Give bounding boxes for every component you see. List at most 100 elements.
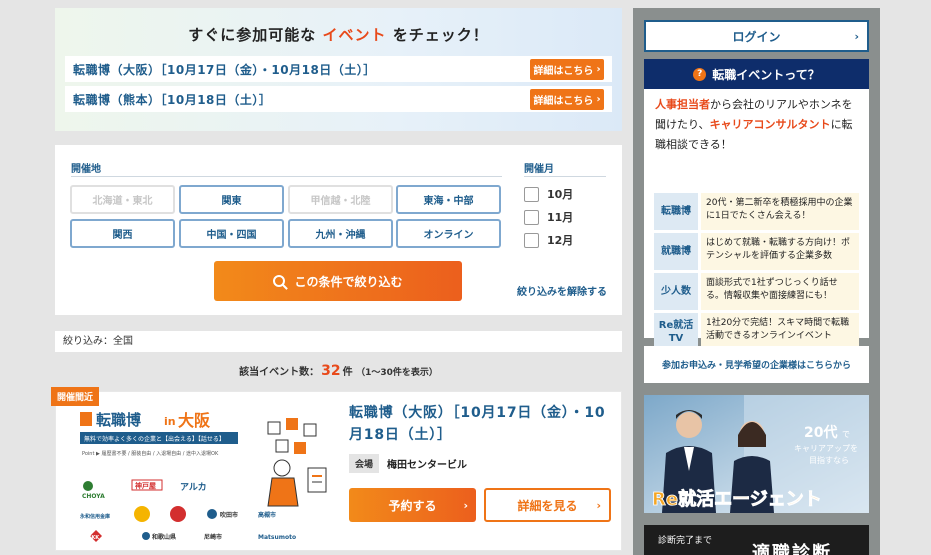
event-venue: 会場 梅田センタービル [349,454,467,473]
checkbox[interactable] [524,232,539,248]
thumb-logo-eiwa: 永和信用金庫 [79,513,110,520]
event-type-name: 少人数 [654,273,698,310]
current-filter-text: 絞り込み：全国 [55,331,622,352]
event-type-desc: 面談形式で1社ずつじっくり話せる。情報収集や面接練習にも！ [701,273,859,310]
reset-filter-link[interactable]: 絞り込みを解除する [517,283,607,298]
area-button-kansai[interactable]: 関西 [70,219,175,248]
event-title-link[interactable]: 転職博（大阪）［10月17日（金）・10月18日（土）］ [349,402,614,446]
month-checkbox-dec[interactable]: 12月 [524,232,573,248]
aptitude-diagnosis-banner[interactable]: 診断完了まで 適職診断 [644,525,869,555]
upcoming-row-kumamoto[interactable]: 転職博（熊本）［10月18日（土）］ 詳細はこちら › [65,86,612,112]
thumb-logo-fkk: FKK [88,535,100,541]
thumb-logo: 転職博 [96,411,141,429]
banner-career: キャリアアップを [794,444,858,453]
event-thumbnail[interactable]: 転職博 in 大阪 無料で効率よく多くの企業と【出会える】【話せる】 Point… [72,406,336,546]
checkbox[interactable] [524,186,539,202]
view-detail-button[interactable]: 詳細を見る › [484,488,611,522]
agent-banner[interactable]: 20代 で キャリアアップを 目指すなら Re就活エージェント [644,395,869,513]
thumb-logo-choya: CHOYA [82,493,105,500]
area-button-online[interactable]: オンライン [396,219,501,248]
area-button-kanto[interactable]: 関東 [179,185,284,214]
detail-link-label: 詳細はこちら [533,95,594,107]
filter-panel: 開催地 開催月 北海道・東北 関東 甲信越・北陸 東海・中部 関西 中国・四国 … [55,145,622,315]
event-type-item: 少人数 面談形式で1社ずつじっくり話せる。情報収集や面接練習にも！ [654,273,859,310]
event-type-desc: 1社20分で完結！スキマ時間で転職活動できるオンラインイベント [701,313,859,350]
sidebar: ログイン › ? 転職イベントって？ 人事担当者から会社のリアルやホンネを聞けたり、… [633,8,880,555]
upcoming-row-label[interactable]: 転職博（大阪）［10月17日（金）・10月18日（土）］ [73,61,376,78]
upcoming-title: すぐに参加可能な イベント をチェック！ [65,24,612,52]
month-label: 12月 [547,234,574,247]
event-info-description: 人事担当者から会社のリアルやホンネを聞けたり、キャリアコンサルタントに転職相談で… [644,89,869,193]
login-button[interactable]: ログイン › [644,20,869,52]
search-icon [273,275,286,287]
thumb-in: in [164,415,176,428]
filter-search-button[interactable]: この条件で絞り込む [214,261,462,301]
area-heading: 開催地 [71,164,101,175]
month-label: 10月 [547,188,574,201]
upcoming-row-osaka[interactable]: 転職博（大阪）［10月17日（金）・10月18日（土）］ 詳細はこちら › [65,56,612,82]
company-apply-link[interactable]: 参加お申込み・見学希望の企業様はこちらから [644,346,869,383]
area-button-kyushu-okinawa[interactable]: 九州・沖縄 [288,219,393,248]
thumb-logo-matsumoto: Matsumoto [258,534,296,541]
area-button-koshinetsu-hokuriku: 甲信越・北陸 [288,185,393,214]
count-unit: 件 [342,367,353,378]
event-type-name: 転職博 [654,193,698,230]
detail-link-label: 詳細はこちら [533,65,594,77]
upcoming-title-post: をチェック！ [392,26,489,44]
thumb-logo-wakayama: 和歌山県 [151,533,176,541]
count-range: （1〜30件を表示） [356,368,438,378]
event-thumbnail-image: 転職博 in 大阪 無料で効率よく多くの企業と【出会える】【話せる】 Point… [72,406,336,546]
event-type-item: 就職博 はじめて就職・転職する方向け！ポテンシャルを評価する企業多数 [654,233,859,270]
chevron-right-icon: › [596,498,601,512]
event-type-name: 就職博 [654,233,698,270]
area-button-chugoku-shikoku[interactable]: 中国・四国 [179,219,284,248]
thumb-logo-amagasaki: 尼崎市 [204,533,222,541]
month-label: 11月 [547,211,574,224]
thumb-logo-kobeya: 神戸屋 [135,481,156,490]
chevron-right-icon: › [596,93,601,105]
status-badge: 開催間近 [51,387,100,406]
venue-tag: 会場 [349,454,380,473]
month-heading: 開催月 [524,164,554,175]
event-info-heading: ? 転職イベントって？ [644,59,869,89]
thumb-points: Point ▶ 履歴書不要 / 服装自由 / 入退場自由 / 途中入退場OK [82,450,219,457]
venue-name: 梅田センタービル [387,460,468,471]
banner2-small-text: 診断完了まで [658,536,713,546]
upcoming-events-box: すぐに参加可能な イベント をチェック！ 転職博（大阪）［10月17日（金）・1… [55,8,622,131]
banner2-big-text: 適職診断 [752,543,832,555]
upcoming-title-accent: イベント [322,26,387,44]
event-type-item: Re就活TV 1社20分で完結！スキマ時間で転職活動できるオンラインイベント [654,313,859,350]
banner-brand: Re就活エージェント [652,488,822,510]
month-checkbox-oct[interactable]: 10月 [524,186,573,202]
view-detail-label: 詳細を見る [517,498,578,513]
banner-age: 20代 [804,424,837,441]
thumb-tagline: 無料で効率よく多くの企業と【出会える】【話せる】 [84,435,225,443]
divider [71,176,502,177]
reserve-button-label: 予約する [388,498,437,513]
upcoming-row-label[interactable]: 転職博（熊本）［10月18日（土）］ [73,91,271,108]
thumb-logo-aruka: アルカ [180,482,207,493]
reserve-button[interactable]: 予約する › [349,488,476,522]
event-type-desc: はじめて就職・転職する方向け！ポテンシャルを評価する企業多数 [701,233,859,270]
event-info-box: ? 転職イベントって？ 人事担当者から会社のリアルやホンネを聞けたり、キャリアコン… [644,59,869,350]
event-type-name: Re就活TV [654,313,698,350]
area-button-tokai-chubu[interactable]: 東海・中部 [396,185,501,214]
highlight-text: キャリアコンサルタント [709,118,831,131]
thumb-logo-takatsuki: 高槻市 [258,511,276,519]
checkbox[interactable] [524,209,539,225]
event-type-desc: 20代・第二新卒を積極採用中の企業に1日でたくさん会える！ [701,193,859,230]
area-button-hokkaido-tohoku: 北海道・東北 [70,185,175,214]
login-label: ログイン [732,29,781,44]
highlight-text: 人事担当者 [655,98,710,111]
detail-link-button[interactable]: 詳細はこちら › [530,88,604,110]
event-info-title: 転職イベントって？ [712,67,820,82]
chevron-right-icon: › [463,498,468,512]
banner-aim: 目指すなら [809,455,849,465]
count-number: 32 [321,363,341,379]
divider [524,176,606,177]
search-button-label: この条件で絞り込む [294,274,403,289]
count-prefix: 該当イベント数： [239,367,320,378]
chevron-right-icon: › [596,63,601,75]
detail-link-button[interactable]: 詳細はこちら › [530,58,604,80]
month-checkbox-nov[interactable]: 11月 [524,209,573,225]
